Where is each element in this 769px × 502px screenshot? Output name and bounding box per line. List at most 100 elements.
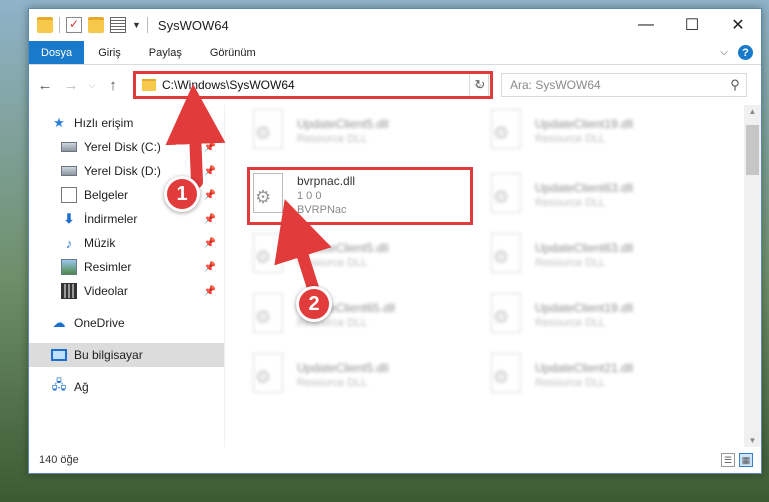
title-bar: ▼ SysWOW64 — ☐ ✕	[29, 9, 761, 41]
sidebar-item-music[interactable]: ♪ Müzik 📌	[29, 231, 224, 255]
tab-view[interactable]: Görünüm	[196, 41, 270, 64]
sidebar-item-label: Ağ	[74, 380, 89, 394]
sidebar-item-label: Yerel Disk (C:)	[84, 140, 161, 154]
file-item[interactable]: ⚙ UpdateClient5.dll Resource DLL	[249, 349, 479, 401]
customize-dropdown-icon[interactable]: ▼	[132, 20, 141, 30]
file-item[interactable]: ⚙ UpdateClient19.dll Resource DLL	[487, 105, 717, 157]
sidebar-item-label: OneDrive	[74, 316, 125, 330]
videos-icon	[61, 283, 77, 299]
file-name: UpdateClient19.dll	[535, 117, 634, 131]
details-view-icon[interactable]: ☰	[721, 453, 735, 467]
navigation-bar: ← → ⌵ ↑ C:\Windows\SysWOW64 ⌵ ↻ Ara: Sys…	[29, 65, 761, 105]
sidebar-item-label: Müzik	[84, 236, 116, 250]
navigation-pane: ★ Hızlı erişim Yerel Disk (C:) 📌 Yerel D…	[29, 105, 225, 447]
pin-icon[interactable]: 📌	[204, 214, 216, 225]
expand-ribbon-icon[interactable]: ⌵	[720, 47, 728, 58]
up-arrow-icon[interactable]: ↑	[103, 77, 123, 94]
pin-icon[interactable]: 📌	[204, 262, 216, 273]
pin-icon[interactable]: 📌	[204, 142, 216, 153]
search-box[interactable]: Ara: SysWOW64 ⚲	[501, 73, 747, 97]
sidebar-item-videos[interactable]: Videolar 📌	[29, 279, 224, 303]
folder-icon	[37, 17, 53, 33]
recent-locations-chevron-icon[interactable]: ⌵	[87, 80, 97, 91]
ribbon-right-controls: ⌵ ?	[720, 45, 753, 60]
pin-icon[interactable]: 📌	[204, 166, 216, 177]
sidebar-item-label: İndirmeler	[84, 212, 138, 226]
file-item[interactable]: ⚙ UpdateClient63.dll Resource DLL	[487, 169, 717, 221]
toolbar-divider	[146, 17, 148, 33]
tab-home[interactable]: Giriş	[84, 41, 135, 64]
view-toggle: ☰ ▦	[721, 453, 753, 467]
help-icon[interactable]: ?	[738, 45, 753, 60]
properties-icon[interactable]	[110, 17, 126, 33]
quick-access-toolbar: ▼	[29, 17, 148, 33]
callout-badge-1: 1	[164, 176, 200, 212]
window-title: SysWOW64	[157, 17, 229, 33]
file-description: Resource DLL	[535, 317, 606, 329]
network-icon: 🖧	[51, 377, 67, 392]
scroll-up-icon[interactable]: ▲	[744, 107, 761, 116]
forward-arrow-icon[interactable]: →	[61, 77, 81, 94]
explorer-window: ▼ SysWOW64 — ☐ ✕ Dosya Giriş Paylaş Görü…	[28, 8, 762, 474]
file-item[interactable]: ⚙ UpdateClient21.dll Resource DLL	[487, 349, 717, 401]
pin-icon[interactable]: 📌	[204, 286, 216, 297]
music-icon: ♪	[65, 235, 73, 251]
sidebar-item-label: Hızlı erişim	[74, 116, 134, 130]
file-item[interactable]: ⚙ UpdateClient63.dll Resource DLL	[487, 229, 717, 281]
close-button[interactable]: ✕	[715, 9, 761, 41]
drive-icon	[61, 142, 77, 152]
sidebar-item-label: Yerel Disk (D:)	[84, 164, 161, 178]
file-name: UpdateClient19.dll	[535, 301, 634, 315]
dll-file-icon: ⚙	[487, 353, 523, 397]
computer-icon	[51, 349, 67, 361]
sidebar-item-label: Videolar	[84, 284, 128, 298]
file-description: Resource DLL	[535, 197, 606, 209]
file-name: UpdateClient5.dll	[297, 117, 389, 131]
file-description: Resource DLL	[297, 133, 368, 145]
sidebar-item-pictures[interactable]: Resimler 📌	[29, 255, 224, 279]
toolbar-divider	[59, 17, 60, 33]
sidebar-item-local-disk-c[interactable]: Yerel Disk (C:) 📌	[29, 135, 224, 159]
file-name: UpdateClient21.dll	[535, 361, 634, 375]
sidebar-item-local-disk-d[interactable]: Yerel Disk (D:) 📌	[29, 159, 224, 183]
dll-file-icon: ⚙	[249, 353, 285, 397]
back-arrow-icon[interactable]: ←	[35, 77, 55, 94]
pin-icon[interactable]: 📌	[204, 238, 216, 249]
maximize-button[interactable]: ☐	[669, 9, 715, 41]
file-name: UpdateClient5.dll	[297, 241, 389, 255]
status-bar: 140 öğe ☰ ▦	[29, 447, 761, 473]
file-description: Resource DLL	[535, 377, 606, 389]
sidebar-item-label: Resimler	[84, 260, 132, 274]
file-item[interactable]: ⚙ UpdateClient5.dll Resource DLL	[249, 105, 479, 157]
file-item[interactable]: ⚙ UpdateClient65.dll Resource DLL	[249, 289, 479, 341]
pictures-icon	[61, 259, 77, 275]
sidebar-item-this-pc[interactable]: Bu bilgisayar	[29, 343, 224, 367]
downloads-icon: ⬇	[63, 211, 75, 226]
tab-file[interactable]: Dosya	[29, 41, 85, 64]
pin-icon[interactable]: 📌	[204, 190, 216, 201]
search-input[interactable]: Ara: SysWOW64	[510, 78, 724, 92]
file-item[interactable]: ⚙ UpdateClient19.dll Resource DLL	[487, 289, 717, 341]
sidebar-item-network[interactable]: 🖧 Ağ	[29, 375, 224, 399]
address-highlight-box	[133, 71, 493, 99]
callout-badge-2: 2	[296, 286, 332, 322]
scrollbar-thumb[interactable]	[746, 125, 759, 175]
new-folder-icon[interactable]	[88, 17, 104, 33]
minimize-button[interactable]: —	[623, 9, 669, 41]
file-list: ⚙ UpdateClient5.dll Resource DLL ⚙ Update…	[225, 105, 761, 447]
dll-file-icon: ⚙	[487, 293, 523, 337]
search-icon[interactable]: ⚲	[724, 77, 746, 93]
sidebar-item-onedrive[interactable]: ☁ OneDrive	[29, 311, 224, 335]
file-name: UpdateClient63.dll	[535, 181, 634, 195]
vertical-scrollbar[interactable]: ▲ ▼	[744, 105, 761, 447]
sidebar-item-label: Belgeler	[84, 188, 129, 202]
dll-file-icon: ⚙	[249, 233, 285, 277]
documents-icon	[61, 187, 77, 203]
tiles-view-icon[interactable]: ▦	[739, 453, 753, 467]
file-item[interactable]: ⚙ UpdateClient5.dll Resource DLL	[249, 229, 479, 281]
tab-share[interactable]: Paylaş	[135, 41, 196, 64]
sidebar-item-downloads[interactable]: ⬇ İndirmeler 📌	[29, 207, 224, 231]
sidebar-item-quick-access[interactable]: ★ Hızlı erişim	[29, 111, 224, 135]
scroll-down-icon[interactable]: ▼	[744, 436, 761, 445]
properties-check-icon[interactable]	[66, 17, 82, 33]
